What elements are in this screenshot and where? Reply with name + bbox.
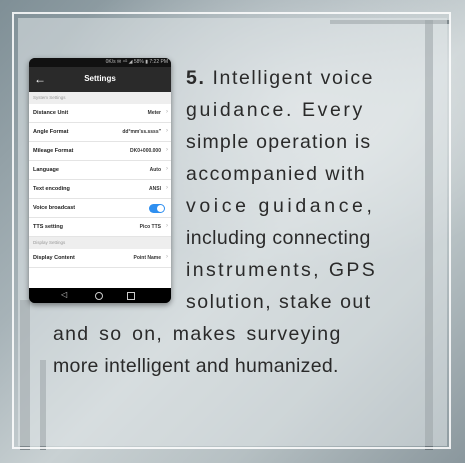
description-line: including connecting: [186, 227, 371, 249]
chevron-right-icon: ›: [166, 223, 168, 229]
page-title: Settings: [84, 74, 116, 83]
nav-home-icon[interactable]: [95, 292, 103, 300]
section-header: Display Settings: [29, 237, 171, 249]
toggle-knob: [157, 205, 164, 212]
description-line: 5. Intelligent voice: [186, 66, 374, 91]
description-line: instruments, GPS: [186, 259, 378, 281]
app-header: ← Settings: [29, 67, 171, 92]
description-line: accompanied with: [186, 163, 367, 185]
setting-label: Text encoding: [33, 186, 70, 192]
setting-row-angle-format[interactable]: Angle Format dd°mm'ss.ssss" ›: [29, 123, 171, 142]
setting-row-display-content[interactable]: Display Content Point Name ›: [29, 249, 171, 268]
setting-value: Auto: [149, 167, 161, 173]
setting-label: Voice broadcast: [33, 205, 76, 211]
chevron-right-icon: ›: [166, 254, 168, 260]
setting-label: Distance Unit: [33, 110, 69, 116]
description-line: more intelligent and humanized.: [53, 355, 339, 377]
chevron-right-icon: ›: [166, 147, 168, 153]
setting-value: Meter: [147, 110, 161, 116]
setting-label: Angle Format: [33, 129, 69, 135]
setting-row-text-encoding[interactable]: Text encoding ANSI ›: [29, 180, 171, 199]
description-line: solution, stake out: [186, 291, 372, 313]
setting-row-voice-broadcast: Voice broadcast: [29, 199, 171, 218]
phone-screenshot: 0K/s ✉ ⁴ᴳ ◢ 58% ▮ 7:22 PM ← Settings Sys…: [29, 58, 171, 303]
setting-row-language[interactable]: Language Auto ›: [29, 161, 171, 180]
setting-value: Pico TTS: [139, 224, 161, 230]
setting-value: DK0+000.000: [130, 148, 161, 154]
status-bar: 0K/s ✉ ⁴ᴳ ◢ 58% ▮ 7:22 PM: [29, 58, 171, 67]
section-header: System Settings: [29, 92, 171, 104]
setting-row-tts[interactable]: TTS setting Pico TTS ›: [29, 218, 171, 237]
setting-label: Mileage Format: [33, 148, 74, 154]
description-text: Intelligent voice: [212, 67, 375, 89]
feature-number: 5.: [186, 67, 206, 89]
nav-back-icon[interactable]: ◁: [61, 290, 67, 299]
nav-recent-icon[interactable]: [127, 292, 135, 300]
android-nav-bar: ◁: [29, 288, 171, 303]
description-line: and so on, makes surveying: [53, 323, 342, 345]
voice-broadcast-toggle[interactable]: [149, 204, 165, 213]
chevron-right-icon: ›: [166, 185, 168, 191]
setting-value: ANSI: [149, 186, 161, 192]
description-line: simple operation is: [186, 131, 372, 153]
chevron-right-icon: ›: [166, 166, 168, 172]
setting-value: dd°mm'ss.ssss": [122, 129, 161, 135]
setting-label: Display Content: [33, 255, 75, 261]
description-line: guidance. Every: [186, 99, 365, 121]
chevron-right-icon: ›: [166, 109, 168, 115]
setting-value: Point Name: [133, 255, 161, 261]
chevron-right-icon: ›: [166, 128, 168, 134]
setting-label: Language: [33, 167, 59, 173]
settings-list: System Settings Distance Unit Meter › An…: [29, 92, 171, 288]
setting-label: TTS setting: [33, 224, 63, 230]
description-line: voice guidance,: [186, 195, 376, 217]
setting-row-mileage-format[interactable]: Mileage Format DK0+000.000 ›: [29, 142, 171, 161]
setting-row-distance-unit[interactable]: Distance Unit Meter ›: [29, 104, 171, 123]
